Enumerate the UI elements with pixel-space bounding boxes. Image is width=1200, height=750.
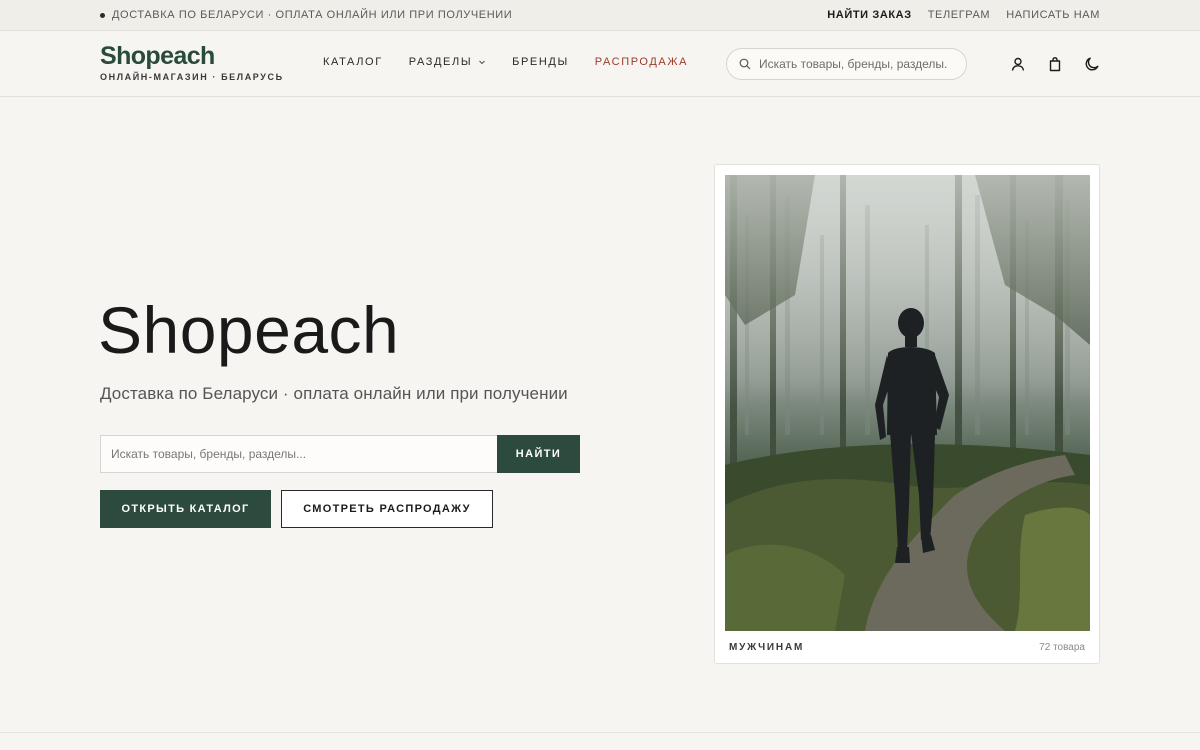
nav-sections-label: РАЗДЕЛЫ [408, 56, 473, 68]
nav-catalog[interactable]: КАТАЛОГ [323, 56, 383, 68]
header-search-input[interactable] [759, 57, 959, 71]
announcement-text: ДОСТАВКА ПО БЕЛАРУСИ · ОПЛАТА ОНЛАЙН ИЛИ… [112, 9, 513, 21]
hero-search-button[interactable]: НАЙТИ [497, 435, 580, 473]
logo-tagline: ОНЛАЙН-МАГАЗИН · БЕЛАРУСЬ [100, 72, 284, 82]
main-nav: КАТАЛОГ РАЗДЕЛЫ БРЕНДЫ РАСПРОДАЖА [323, 56, 688, 68]
header-search [726, 48, 967, 80]
search-icon [739, 58, 751, 70]
logo[interactable]: Shopeach ОНЛАЙН-МАГАЗИН · БЕЛАРУСЬ [100, 42, 284, 82]
telegram-link[interactable]: ТЕЛЕГРАМ [928, 9, 990, 21]
category-card-men[interactable]: МУЖЧИНАМ 72 товара [714, 164, 1100, 664]
category-label: МУЖЧИНАМ [729, 642, 805, 653]
logo-name: Shopeach [100, 42, 215, 70]
shopping-bag-icon[interactable] [1047, 56, 1063, 72]
view-sale-button[interactable]: СМОТРЕТЬ РАСПРОДАЖУ [281, 490, 493, 528]
bullet-icon [100, 12, 105, 18]
category-count: 72 товара [1039, 642, 1085, 653]
open-catalog-button[interactable]: ОТКРЫТЬ КАТАЛОГ [100, 490, 271, 528]
topbar-links: НАЙТИ ЗАКАЗ ТЕЛЕГРАМ НАПИСАТЬ НАМ [827, 9, 1100, 21]
find-order-link[interactable]: НАЙТИ ЗАКАЗ [827, 9, 911, 21]
hero-title: Shopeach [98, 293, 400, 367]
nav-brands[interactable]: БРЕНДЫ [512, 56, 569, 68]
announcement-bar: ДОСТАВКА ПО БЕЛАРУСИ · ОПЛАТА ОНЛАЙН ИЛИ… [0, 0, 1200, 31]
chevron-down-icon [479, 60, 486, 65]
nav-sale[interactable]: РАСПРОДАЖА [595, 56, 688, 68]
nav-sections[interactable]: РАЗДЕЛЫ [409, 56, 486, 68]
hero-subtitle: Доставка по Беларуси · оплата онлайн или… [100, 384, 568, 403]
moon-icon[interactable] [1084, 56, 1100, 72]
section-divider [0, 732, 1200, 733]
announcement: ДОСТАВКА ПО БЕЛАРУСИ · ОПЛАТА ОНЛАЙН ИЛИ… [100, 9, 512, 21]
user-icon[interactable] [1010, 56, 1026, 72]
site-header: Shopeach ОНЛАЙН-МАГАЗИН · БЕЛАРУСЬ КАТАЛ… [0, 31, 1200, 97]
hero-search-input[interactable] [100, 435, 497, 473]
contact-link[interactable]: НАПИСАТЬ НАМ [1006, 9, 1100, 21]
hero-search: НАЙТИ [100, 435, 580, 473]
header-actions [1010, 56, 1100, 72]
category-image-men [725, 175, 1090, 631]
